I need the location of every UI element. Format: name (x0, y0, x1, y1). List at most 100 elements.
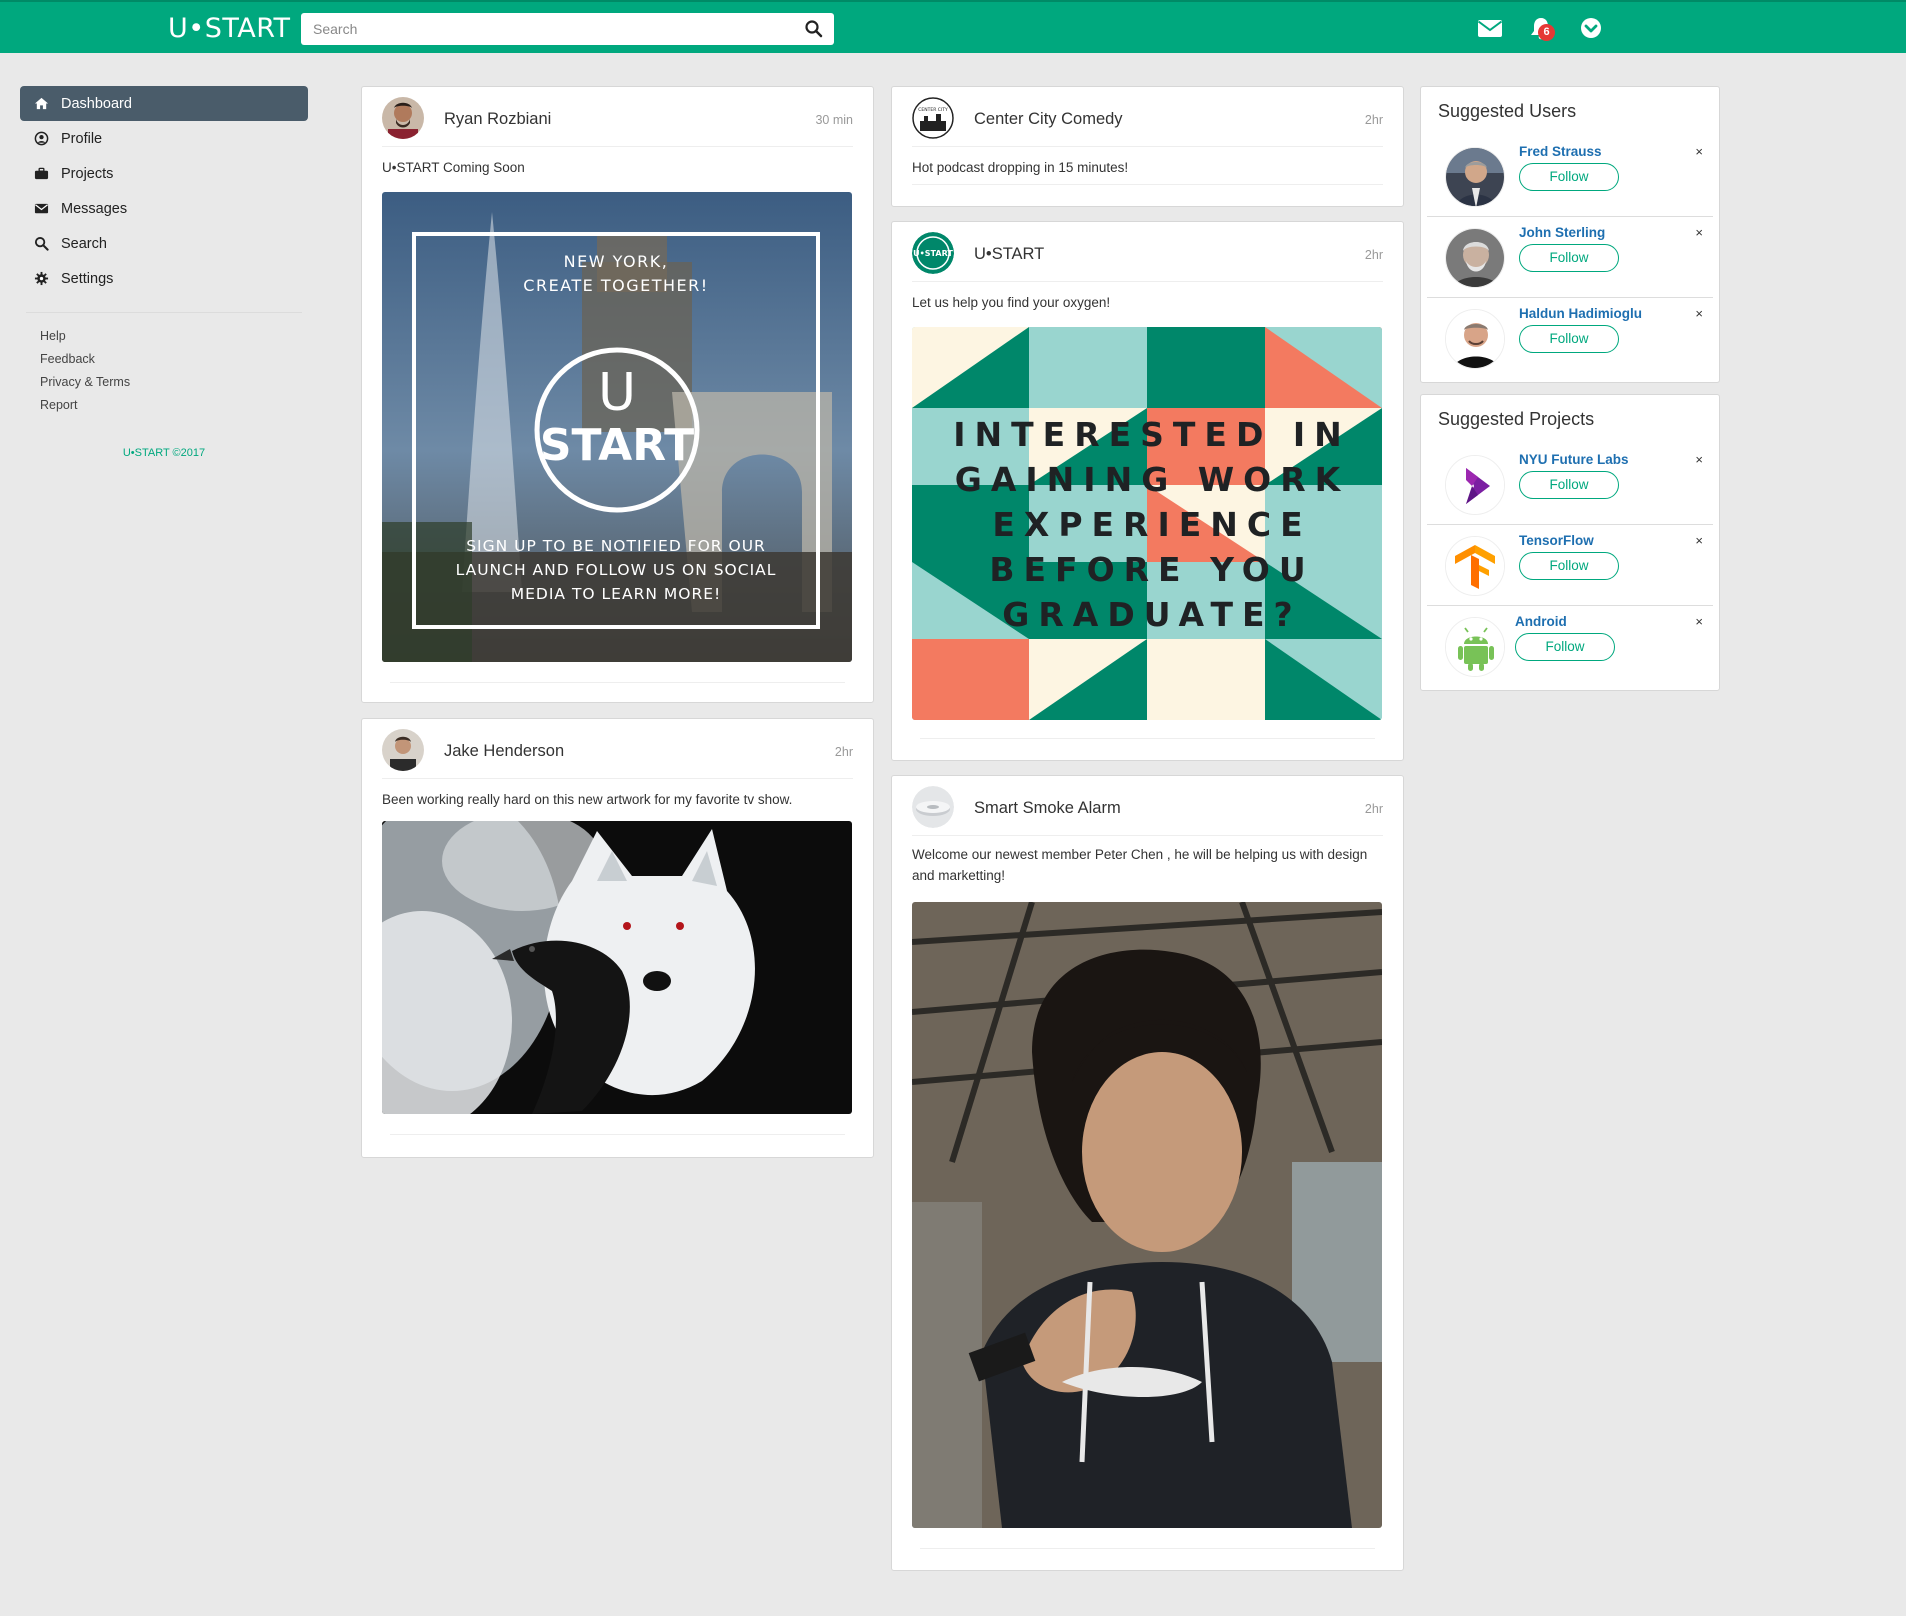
image-logo-start: START (540, 420, 694, 471)
suggested-projects-title: Suggested Projects (1438, 409, 1595, 429)
follow-button[interactable]: Follow (1519, 163, 1619, 191)
suggested-projects-card: Suggested Projects NYU Future Labs Follo… (1420, 394, 1720, 691)
sidebar-item-profile[interactable]: Profile (20, 121, 308, 156)
close-icon[interactable]: × (1695, 533, 1703, 548)
post-card: Jake Henderson 2hr Been working really h… (361, 718, 874, 1158)
privacy-terms-link[interactable]: Privacy & Terms (20, 371, 308, 394)
suggested-project-item: Android Follow × (1427, 606, 1713, 687)
nyu-future-labs-logo-icon[interactable] (1445, 455, 1505, 515)
chevron-circle-down-icon[interactable] (1578, 16, 1604, 40)
post-image[interactable]: INTERESTED IN GAINING WORK EXPERIENCE BE… (912, 327, 1382, 720)
image-footer-3: MEDIA TO LEARN MORE! (511, 585, 721, 603)
post-image[interactable]: NEW YORK, CREATE TOGETHER! U START SIGN … (382, 192, 852, 662)
post-image[interactable] (912, 902, 1382, 1528)
suggested-user-name[interactable]: John Sterling (1519, 225, 1605, 240)
gear-icon (34, 271, 49, 286)
avatar[interactable] (1445, 309, 1505, 369)
search-input[interactable] (301, 13, 791, 45)
android-logo-icon[interactable] (1445, 617, 1505, 677)
post-header: CENTER CITY Center City Comedy 2hr (912, 97, 1383, 147)
close-icon[interactable]: × (1695, 306, 1703, 321)
suggested-project-item: TensorFlow Follow × (1427, 525, 1713, 606)
top-navbar: U•START 6 (0, 0, 1906, 53)
avatar[interactable] (1445, 147, 1505, 207)
post-author[interactable]: U•START (974, 245, 1044, 264)
close-icon[interactable]: × (1695, 225, 1703, 240)
post-image[interactable] (382, 821, 852, 1114)
post-author[interactable]: Jake Henderson (444, 742, 564, 761)
close-icon[interactable]: × (1695, 452, 1703, 467)
post-card: Ryan Rozbiani 30 min U•START Coming Soon… (361, 86, 874, 703)
post-text: Welcome our newest member Peter Chen , h… (912, 847, 1368, 883)
post-footer-divider (920, 738, 1375, 739)
sidebar-item-messages[interactable]: Messages (20, 191, 308, 226)
avatar[interactable] (912, 786, 954, 828)
sidebar-item-search[interactable]: Search (20, 226, 308, 261)
post-card: Smart Smoke Alarm 2hr Welcome our newest… (891, 775, 1404, 1571)
tensorflow-logo-icon[interactable] (1445, 536, 1505, 596)
post-header: U•START U•START 2hr (912, 232, 1383, 282)
post-author[interactable]: Ryan Rozbiani (444, 110, 551, 129)
image-footer-2: LAUNCH AND FOLLOW US ON SOCIAL (456, 561, 777, 579)
post-footer-divider (390, 682, 845, 683)
close-icon[interactable]: × (1695, 614, 1703, 629)
post-time: 2hr (834, 745, 853, 759)
image-text-line-5: GRADUATE? (1002, 595, 1301, 634)
avatar[interactable]: CENTER CITY (912, 97, 954, 139)
post-footer-divider (912, 184, 1383, 185)
suggested-project-name[interactable]: Android (1515, 614, 1567, 629)
notification-badge: 6 (1538, 24, 1555, 41)
search-bar (301, 13, 834, 45)
feedback-link[interactable]: Feedback (20, 348, 308, 371)
post-header: Smart Smoke Alarm 2hr (912, 786, 1383, 836)
sidebar: Dashboard Profile Projects Messages Sear… (20, 86, 308, 459)
avatar[interactable] (1445, 228, 1505, 288)
post-card: U•START U•START 2hr Let us help you find… (891, 221, 1404, 761)
follow-button[interactable]: Follow (1515, 633, 1615, 661)
search-icon[interactable] (804, 19, 824, 39)
report-link[interactable]: Report (20, 394, 308, 417)
app-logo[interactable]: U•START (168, 13, 290, 44)
svg-text:U•START: U•START (913, 249, 953, 258)
sidebar-item-label: Settings (61, 270, 114, 287)
post-author[interactable]: Smart Smoke Alarm (974, 799, 1121, 818)
user-circle-icon (34, 131, 49, 146)
post-card: CENTER CITY Center City Comedy 2hr Hot p… (891, 86, 1404, 207)
suggested-project-name[interactable]: TensorFlow (1519, 533, 1594, 548)
follow-button[interactable]: Follow (1519, 244, 1619, 272)
follow-button[interactable]: Follow (1519, 552, 1619, 580)
suggested-project-item: NYU Future Labs Follow × (1427, 444, 1713, 525)
follow-button[interactable]: Follow (1519, 325, 1619, 353)
sidebar-item-label: Profile (61, 130, 103, 147)
follow-button[interactable]: Follow (1519, 471, 1619, 499)
avatar[interactable] (382, 97, 424, 139)
image-text-line-2: GAINING WORK (955, 460, 1349, 499)
envelope-icon (34, 203, 49, 214)
sidebar-item-label: Messages (61, 200, 128, 217)
suggested-user-name[interactable]: Haldun Hadimioglu (1519, 306, 1642, 321)
envelope-icon[interactable] (1477, 16, 1503, 40)
sidebar-item-settings[interactable]: Settings (20, 261, 308, 296)
post-time: 30 min (815, 113, 853, 127)
avatar[interactable] (382, 729, 424, 771)
suggested-user-name[interactable]: Fred Strauss (1519, 144, 1602, 159)
image-text-line-4: BEFORE YOU (989, 550, 1314, 589)
post-text: Hot podcast dropping in 15 minutes! (912, 160, 1129, 175)
copyright-text: U•START ©2017 (122, 447, 206, 459)
help-link[interactable]: Help (20, 325, 308, 348)
post-author[interactable]: Center City Comedy (974, 110, 1123, 129)
home-icon (34, 97, 49, 110)
post-time: 2hr (1364, 248, 1383, 262)
close-icon[interactable]: × (1695, 144, 1703, 159)
suggested-user-item: Fred Strauss Follow × (1427, 136, 1713, 217)
sidebar-item-projects[interactable]: Projects (20, 156, 308, 191)
image-logo-u: U (598, 363, 636, 423)
post-time: 2hr (1364, 113, 1383, 127)
suggested-project-name[interactable]: NYU Future Labs (1519, 452, 1629, 467)
post-header: Jake Henderson 2hr (382, 729, 853, 779)
sidebar-divider (26, 312, 302, 313)
avatar[interactable]: U•START (912, 232, 954, 274)
suggested-user-item: Haldun Hadimioglu Follow × (1427, 298, 1713, 379)
sidebar-item-dashboard[interactable]: Dashboard (20, 86, 308, 121)
image-footer-1: SIGN UP TO BE NOTIFIED FOR OUR (466, 537, 766, 555)
